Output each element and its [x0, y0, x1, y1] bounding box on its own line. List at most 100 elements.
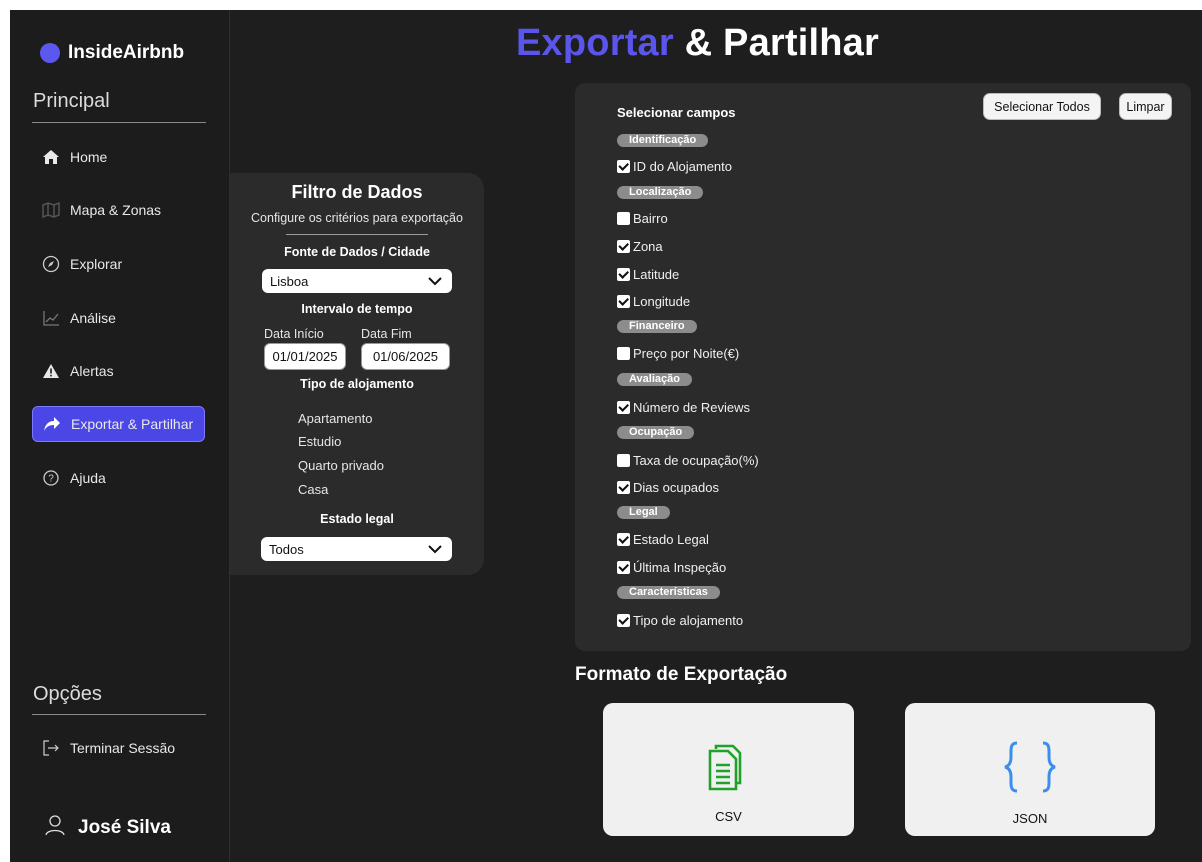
checkbox[interactable] — [617, 454, 630, 467]
json-label: JSON — [1012, 811, 1048, 826]
legal-select-value: Todos — [269, 541, 304, 557]
checkbox[interactable] — [617, 295, 630, 308]
start-date-label: Data Início — [264, 327, 324, 341]
page-title-accent: Exportar — [516, 22, 674, 64]
clear-button[interactable]: Limpar — [1119, 93, 1172, 120]
field-label: Taxa de ocupação(%) — [633, 453, 759, 468]
field-occupancy-rate[interactable]: Taxa de ocupação(%) — [617, 453, 759, 468]
alert-icon — [42, 362, 60, 380]
sidebar-item-label: Explorar — [70, 256, 123, 272]
legal-select[interactable]: Todos — [261, 537, 452, 561]
sidebar-item-alerts[interactable]: Alertas — [32, 353, 205, 389]
home-icon — [42, 148, 60, 166]
page-title: Exportar & Partilhar — [516, 22, 879, 65]
csv-label: CSV — [715, 809, 742, 824]
sidebar-item-label: Análise — [70, 310, 116, 326]
field-zone[interactable]: Zona — [617, 239, 663, 254]
field-label: Estado Legal — [633, 532, 709, 547]
type-option[interactable]: Apartamento — [298, 411, 372, 426]
group-identification: Identificação — [617, 134, 709, 147]
field-latitude[interactable]: Latitude — [617, 267, 679, 282]
logout-label: Terminar Sessão — [70, 740, 176, 756]
source-label: Fonte de Dados / Cidade — [284, 245, 430, 259]
sidebar-item-label: Home — [70, 149, 108, 165]
field-label: Longitude — [633, 294, 691, 309]
checkbox[interactable] — [617, 160, 630, 173]
group-occupancy: Ocupação — [617, 426, 695, 439]
city-select[interactable]: Lisboa — [262, 269, 452, 293]
group-rating: Avaliação — [617, 373, 692, 386]
checkbox[interactable] — [617, 533, 630, 546]
end-date-input[interactable]: 01/06/2025 — [361, 343, 450, 370]
logo-dot-icon — [40, 43, 60, 63]
checkbox[interactable] — [617, 401, 630, 414]
field-last-inspection[interactable]: Última Inspeção — [617, 560, 726, 575]
select-all-button[interactable]: Selecionar Todos — [983, 93, 1101, 120]
field-label: ID do Alojamento — [633, 159, 733, 174]
logout-button[interactable]: Terminar Sessão — [32, 730, 205, 766]
legal-label: Estado legal — [320, 512, 394, 526]
group-legal: Legal — [617, 506, 670, 519]
checkbox[interactable] — [617, 561, 630, 574]
field-label: Preço por Noite(€) — [633, 346, 740, 361]
fields-title: Selecionar campos — [617, 105, 736, 120]
chevron-down-icon — [428, 274, 442, 289]
field-longitude[interactable]: Longitude — [617, 294, 690, 309]
csv-file-icon — [708, 743, 742, 796]
map-icon — [42, 201, 60, 219]
checkbox[interactable] — [617, 481, 630, 494]
share-arrow-icon — [43, 415, 61, 433]
checkbox[interactable] — [617, 268, 630, 281]
sidebar-item-label: Exportar & Partilhar — [71, 416, 194, 432]
filter-subtitle: Configure os critérios para exportação — [251, 211, 463, 225]
start-date-input[interactable]: 01/01/2025 — [264, 343, 346, 370]
field-label: Zona — [633, 239, 663, 254]
sidebar-item-explore[interactable]: Explorar — [32, 246, 205, 282]
app-logo[interactable]: InsideAirbnb — [40, 42, 184, 64]
compass-icon — [42, 255, 60, 273]
sidebar-item-label: Mapa & Zonas — [70, 202, 162, 218]
export-json-card[interactable]: JSON — [905, 703, 1155, 836]
type-option[interactable]: Quarto privado — [298, 458, 384, 473]
sidebar-item-help[interactable]: ? Ajuda — [32, 460, 205, 496]
field-label: Dias ocupados — [633, 480, 719, 495]
field-label: Tipo de alojamento — [633, 613, 744, 628]
chevron-down-icon — [428, 542, 442, 557]
field-label: Bairro — [633, 211, 668, 226]
sidebar-item-home[interactable]: Home — [32, 139, 205, 175]
group-characteristics: Características — [617, 586, 720, 599]
field-neighbourhood[interactable]: Bairro — [617, 211, 668, 226]
checkbox[interactable] — [617, 614, 630, 627]
field-review-count[interactable]: Número de Reviews — [617, 400, 750, 415]
field-listing-id[interactable]: ID do Alojamento — [617, 159, 732, 174]
user-icon — [44, 814, 66, 841]
field-label: Número de Reviews — [633, 400, 751, 415]
fields-panel: Selecionar campos Selecionar Todos Limpa… — [575, 83, 1191, 651]
app-window: InsideAirbnb Principal Home Mapa & Zonas… — [10, 10, 1202, 862]
field-occupied-days[interactable]: Dias ocupados — [617, 480, 719, 495]
type-option[interactable]: Estudio — [298, 434, 341, 449]
end-date-label: Data Fim — [361, 327, 412, 341]
export-csv-card[interactable]: CSV — [603, 703, 854, 836]
sidebar-item-label: Alertas — [70, 363, 114, 379]
sidebar-item-analysis[interactable]: Análise — [32, 300, 205, 336]
page-title-rest: & Partilhar — [673, 22, 880, 64]
field-accommodation-type[interactable]: Tipo de alojamento — [617, 613, 743, 628]
type-option[interactable]: Casa — [298, 482, 328, 497]
group-financial: Financeiro — [617, 320, 697, 333]
checkbox[interactable] — [617, 212, 630, 225]
field-legal-status[interactable]: Estado Legal — [617, 532, 709, 547]
sidebar-item-label: Ajuda — [70, 470, 106, 486]
app-name: InsideAirbnb — [68, 42, 185, 63]
sidebar: InsideAirbnb Principal Home Mapa & Zonas… — [10, 10, 230, 862]
divider — [286, 234, 428, 235]
type-label: Tipo de alojamento — [300, 377, 414, 391]
sidebar-item-map[interactable]: Mapa & Zonas — [32, 192, 205, 228]
checkbox[interactable] — [617, 240, 630, 253]
checkbox[interactable] — [617, 347, 630, 360]
user-profile[interactable]: José Silva — [44, 814, 171, 841]
interval-label: Intervalo de tempo — [301, 302, 413, 316]
sidebar-item-export[interactable]: Exportar & Partilhar — [32, 406, 205, 442]
field-price-per-night[interactable]: Preço por Noite(€) — [617, 346, 739, 361]
divider — [32, 714, 206, 715]
